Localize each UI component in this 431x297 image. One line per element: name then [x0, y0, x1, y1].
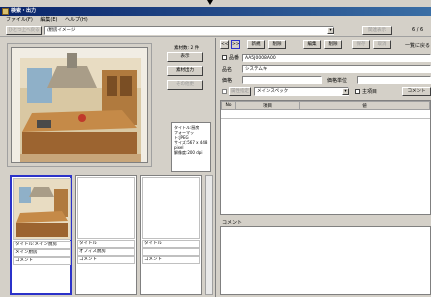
name-label: 品名: [222, 67, 233, 73]
thumbnail-scrollbar[interactable]: [205, 175, 213, 295]
thumbnail-subtitle-1: メイン厨房: [13, 249, 71, 257]
material-count: 素材数: 2 件: [174, 46, 200, 51]
cursor-arrow-icon: [207, 0, 213, 6]
thumbnail-subtitle-3: [142, 248, 200, 256]
thumbnail-comment-2: コメント: [77, 256, 135, 264]
display-button[interactable]: 表示: [167, 52, 203, 62]
pane-divider[interactable]: [215, 38, 216, 297]
window-title: 検索・出力: [11, 8, 37, 14]
other-button[interactable]: その他更: [167, 80, 203, 90]
main-item-checkbox[interactable]: [355, 89, 360, 94]
info-format: フォーマット:JPEG: [174, 130, 194, 140]
related-button[interactable]: 関連表示: [362, 26, 392, 35]
back-to-list-link[interactable]: 一覧に戻る: [405, 42, 430, 49]
thumbnail-subtitle-2: オフィス厨房: [77, 248, 135, 256]
thumbnail-title-1: タイトル:メイン厨房: [13, 241, 71, 249]
col-value: 値: [299, 101, 430, 110]
image-info-box: タイトル:厨房 フォーマット:JPEG サイズ:567 x 448 pixel …: [171, 122, 211, 172]
thumbnail-image-3: [142, 177, 200, 239]
preview-frame: [7, 43, 152, 167]
next-record-icon[interactable]: >>: [231, 40, 240, 49]
kitchen-preview-image: [11, 47, 148, 163]
paging-text: 6 / 6: [412, 27, 424, 33]
attr-button[interactable]: 属性指定: [229, 87, 251, 96]
new-button[interactable]: 新規: [247, 40, 265, 49]
path-dropdown-icon[interactable]: ▾: [327, 27, 334, 34]
prev-record-icon[interactable]: <<: [220, 40, 229, 49]
menu-edit[interactable]: 編集(E): [40, 17, 57, 23]
info-resolution: 解像度:200 dpi: [174, 150, 203, 155]
spec-select[interactable]: メインスペック: [254, 87, 349, 96]
code-label: 品番: [229, 55, 240, 61]
toolbar: ひとつ上へ戻る /厨房イメージ ▾ 関連表示 6 / 6: [0, 24, 431, 37]
name-field[interactable]: システムキ: [242, 65, 431, 73]
delete-button[interactable]: 削除: [324, 40, 342, 49]
save-button[interactable]: 保存: [352, 40, 370, 49]
attr-checkbox[interactable]: [222, 89, 227, 94]
code-checkbox[interactable]: [222, 55, 227, 60]
window-title-bar: 検索・出力: [0, 7, 431, 16]
app-icon: [2, 8, 9, 15]
spec-dropdown-icon[interactable]: ▾: [342, 88, 349, 95]
comment-label: コメント: [222, 220, 243, 226]
thumbnail-image-1: [13, 178, 71, 240]
menu-bar: ファイル(F) 編集(E) ヘルプ(H): [0, 16, 431, 24]
thumbnail-comment-1: コメント: [13, 257, 71, 265]
menu-help[interactable]: ヘルプ(H): [65, 17, 88, 23]
info-size: サイズ:567 x 448 pixel: [174, 140, 208, 150]
thumbnail-card-2[interactable]: タイトル オフィス厨房 コメント: [75, 175, 137, 295]
col-no: No: [221, 101, 236, 110]
price-label: 価格: [222, 78, 233, 84]
duplicate-button[interactable]: 削除: [268, 40, 286, 49]
up-button[interactable]: ひとつ上へ戻る: [6, 26, 42, 35]
price-unit-label: 価格単位: [327, 78, 348, 84]
comment-button[interactable]: コメント: [402, 87, 431, 96]
price-field[interactable]: [242, 76, 322, 84]
comment-textarea[interactable]: [220, 226, 431, 295]
thumbnail-title-3: タイトル: [142, 240, 200, 248]
thumbnail-title-2: タイトル: [77, 240, 135, 248]
material-output-button[interactable]: 素材出力: [167, 66, 203, 76]
path-field[interactable]: /厨房イメージ: [44, 26, 334, 35]
table-row[interactable]: [221, 110, 430, 119]
main-item-label: 主項目: [362, 89, 378, 95]
thumbnail-card-3[interactable]: タイトル コメント: [140, 175, 202, 295]
attribute-table: No 項目 値: [220, 100, 431, 215]
edit-button[interactable]: 編集: [303, 40, 321, 49]
col-item: 項目: [235, 101, 300, 110]
code-field[interactable]: AA5J0008A00: [242, 54, 431, 62]
thumbnail-comment-3: コメント: [142, 256, 200, 264]
price-unit-field[interactable]: [357, 76, 431, 84]
thumbnail-image-2: [77, 177, 135, 239]
thumbnail-card-1[interactable]: タイトル:メイン厨房 メイン厨房 コメント: [10, 175, 72, 295]
menu-file[interactable]: ファイル(F): [6, 17, 33, 23]
cancel-button[interactable]: 取消: [373, 40, 391, 49]
